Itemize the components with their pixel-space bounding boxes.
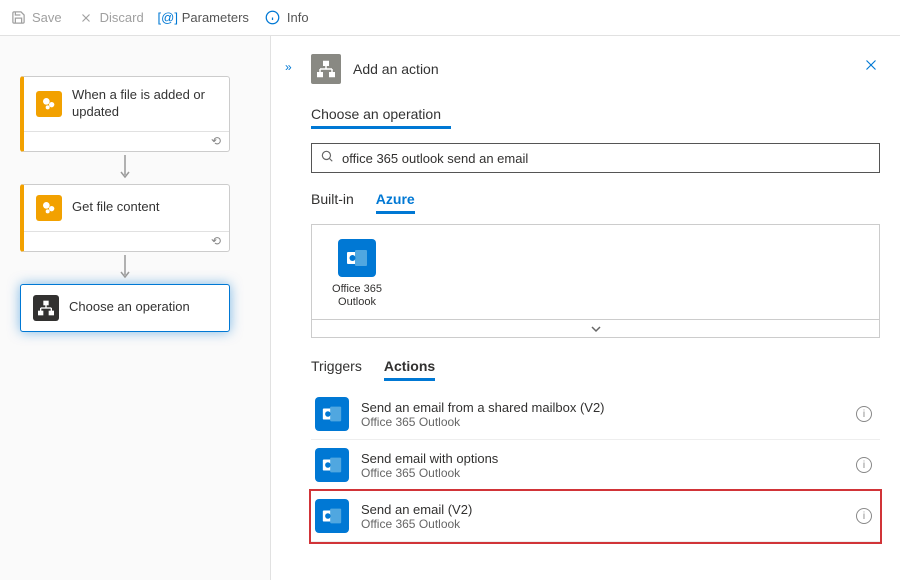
info-label: Info <box>287 10 309 25</box>
sharepoint-icon <box>36 195 62 221</box>
search-input[interactable] <box>342 151 871 166</box>
action-title: Send email with options <box>361 451 844 466</box>
action-sub: Office 365 Outlook <box>361 466 844 480</box>
info-icon[interactable]: i <box>856 457 872 473</box>
parameters-button[interactable]: [@] Parameters <box>160 10 249 26</box>
action-list: Send an email from a shared mailbox (V2)… <box>311 389 880 542</box>
tab-triggers[interactable]: Triggers <box>311 358 362 381</box>
action-title: Send an email (V2) <box>361 502 844 517</box>
connector-label: Office 365 Outlook <box>326 283 388 309</box>
add-action-icon <box>311 54 341 84</box>
outlook-icon <box>315 448 349 482</box>
designer-canvas: When a file is added or updated ⟲ Get fi… <box>0 36 270 580</box>
operation-icon <box>33 295 59 321</box>
choose-title: Choose an operation <box>69 299 190 316</box>
outlook-icon <box>338 239 376 277</box>
connector-office365-outlook[interactable]: Office 365 Outlook <box>326 239 388 309</box>
choose-operation-card[interactable]: Choose an operation <box>20 284 230 332</box>
action-1-title: Get file content <box>72 199 159 216</box>
connector-scope-tabs: Built-in Azure <box>311 191 880 214</box>
sharepoint-icon <box>36 91 62 117</box>
trigger-title: When a file is added or updated <box>72 87 217 121</box>
connection-icon: ⟲ <box>211 134 221 148</box>
parameters-icon: [@] <box>160 10 176 26</box>
save-icon <box>10 10 26 26</box>
action-step-1[interactable]: Get file content ⟲ <box>20 184 230 252</box>
info-icon[interactable]: i <box>856 406 872 422</box>
panel-header: Add an action <box>311 54 880 84</box>
discard-icon <box>78 10 94 26</box>
outlook-icon <box>315 499 349 533</box>
save-button[interactable]: Save <box>10 10 62 26</box>
action-row[interactable]: Send an email (V2) Office 365 Outlook i <box>311 491 880 542</box>
collapse-chevron-icon[interactable]: » <box>285 60 292 74</box>
discard-label: Discard <box>100 10 144 25</box>
search-input-wrap[interactable] <box>311 143 880 173</box>
flow-arrow <box>20 152 230 184</box>
action-row[interactable]: Send email with options Office 365 Outlo… <box>311 440 880 491</box>
panel-title: Add an action <box>353 61 439 77</box>
action-sub: Office 365 Outlook <box>361 517 844 531</box>
save-label: Save <box>32 10 62 25</box>
connector-grid: Office 365 Outlook <box>311 224 880 320</box>
tab-azure[interactable]: Azure <box>376 191 415 214</box>
toolbar: Save Discard [@] Parameters Info <box>0 0 900 36</box>
info-button[interactable]: Info <box>265 10 309 26</box>
section-underline <box>311 126 451 129</box>
search-icon <box>320 149 334 168</box>
expand-connectors[interactable] <box>311 320 880 338</box>
flow-arrow <box>20 252 230 284</box>
section-title: Choose an operation <box>311 106 880 122</box>
info-icon <box>265 10 281 26</box>
action-title: Send an email from a shared mailbox (V2) <box>361 400 844 415</box>
tab-builtin[interactable]: Built-in <box>311 191 354 214</box>
info-icon[interactable]: i <box>856 508 872 524</box>
trigger-action-tabs: Triggers Actions <box>311 358 880 381</box>
connection-icon: ⟲ <box>211 234 221 248</box>
discard-button[interactable]: Discard <box>78 10 144 26</box>
action-row[interactable]: Send an email from a shared mailbox (V2)… <box>311 389 880 440</box>
tab-actions[interactable]: Actions <box>384 358 435 381</box>
operation-panel: » Add an action Choose an operation Buil… <box>270 36 900 580</box>
action-sub: Office 365 Outlook <box>361 415 844 429</box>
trigger-step[interactable]: When a file is added or updated ⟲ <box>20 76 230 152</box>
outlook-icon <box>315 397 349 431</box>
parameters-label: Parameters <box>182 10 249 25</box>
close-icon[interactable] <box>862 56 880 79</box>
